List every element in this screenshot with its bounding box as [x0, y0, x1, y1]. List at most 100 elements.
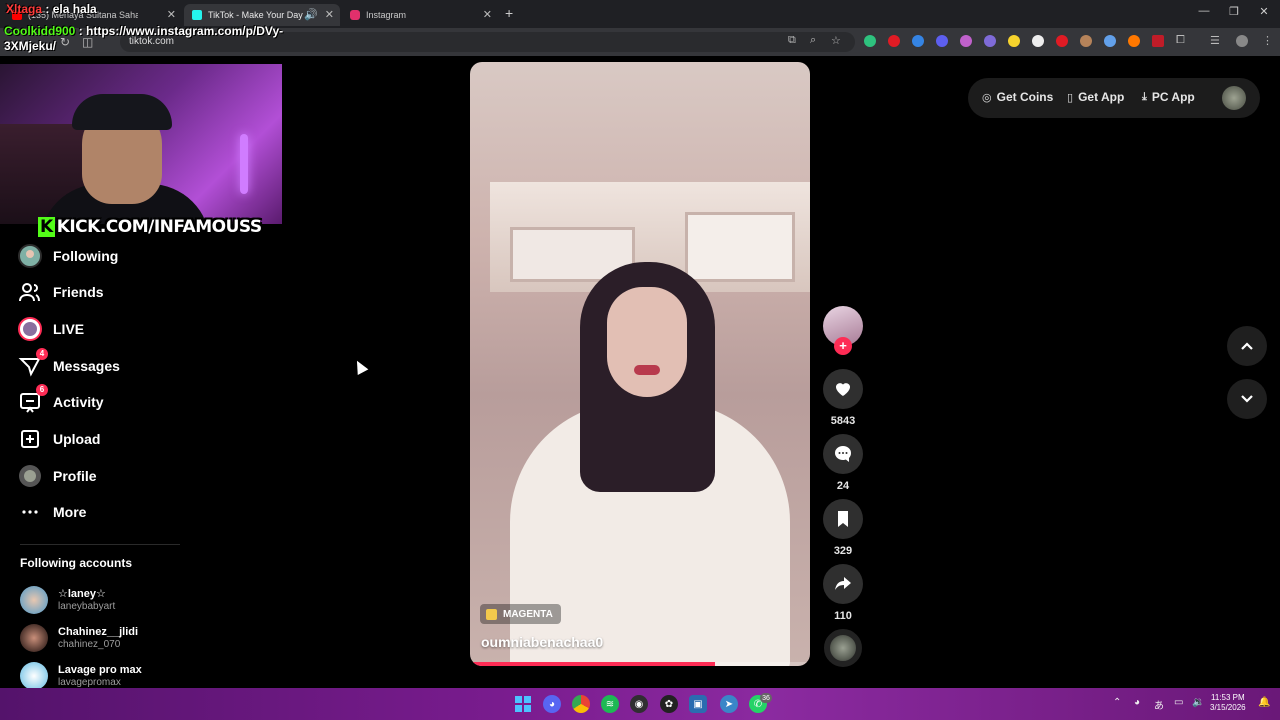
tab-search-icon[interactable]: ☰	[1210, 34, 1220, 47]
activity-icon: 6	[18, 384, 48, 414]
extension-icon[interactable]	[1128, 35, 1140, 47]
extension-icon[interactable]	[1152, 35, 1164, 47]
video-author[interactable]: oumniabenachaa0	[481, 634, 603, 650]
account-name: ☆laney☆	[58, 587, 106, 600]
close-tab-icon[interactable]: ✕	[167, 8, 176, 21]
maximize-icon[interactable]: ❐	[1224, 5, 1244, 18]
save-button[interactable]	[823, 499, 863, 539]
extension-icon[interactable]	[960, 35, 972, 47]
sidebar-item-profile[interactable]: Profile	[18, 461, 97, 491]
more-icon	[18, 500, 42, 524]
friends-icon	[18, 280, 42, 304]
following-account[interactable]: Chahinez__jlidi chahinez_070	[20, 621, 138, 655]
system-clock[interactable]: 11:53 PM 3/15/2026	[1210, 693, 1246, 713]
clock-date: 3/15/2026	[1210, 703, 1246, 712]
kick-banner-text: KICK.COM/INFAMOUSS	[56, 217, 262, 237]
comment-button[interactable]	[823, 434, 863, 474]
next-video-button[interactable]	[1227, 379, 1267, 419]
tab-title: Instagram	[366, 10, 407, 20]
new-tab-button[interactable]: +	[505, 5, 513, 21]
tab-instagram[interactable]: Instagram ✕	[342, 4, 498, 26]
following-accounts-title: Following accounts	[20, 556, 133, 570]
browser-menu-icon[interactable]: ⋮	[1262, 34, 1273, 47]
network-icon[interactable]: ▭	[1174, 697, 1183, 708]
sidebar-item-messages[interactable]: 4 Messages	[18, 348, 120, 381]
pc-app-label: PC App	[1151, 90, 1195, 104]
account-handle: lavagepromax	[58, 676, 121, 688]
spotify-icon[interactable]: ≋	[601, 695, 619, 713]
discord-icon[interactable]: ◕	[543, 695, 561, 713]
close-tab-icon[interactable]: ✕	[325, 8, 334, 21]
extension-icon[interactable]	[1104, 35, 1116, 47]
sidebar-item-following[interactable]: Following	[18, 241, 118, 271]
extension-icon[interactable]	[864, 35, 876, 47]
tiktok-favicon-icon	[192, 10, 202, 20]
extension-icon[interactable]	[1080, 35, 1092, 47]
kick-channel-banner: K KICK.COM/INFAMOUSS	[38, 217, 262, 237]
extensions-puzzle-icon[interactable]: ⧠	[1176, 34, 1185, 47]
download-icon: ⤓	[1142, 90, 1147, 103]
music-disc-icon[interactable]	[824, 629, 862, 667]
whatsapp-badge: 36	[760, 693, 772, 703]
extension-icon[interactable]	[912, 35, 924, 47]
tray-discord-icon[interactable]: ◕	[1134, 697, 1140, 708]
video-player[interactable]	[470, 62, 810, 666]
extension-icon[interactable]	[936, 35, 948, 47]
following-account[interactable]: ☆laney☆ laneybabyart	[20, 583, 115, 617]
bookmark-icon	[838, 511, 848, 527]
previous-video-button[interactable]	[1227, 326, 1267, 366]
pc-app-button[interactable]: ⤓ PC App	[1142, 90, 1195, 104]
extension-icon[interactable]	[984, 35, 996, 47]
obs-icon[interactable]: ◉	[630, 695, 648, 713]
save-count: 329	[833, 545, 853, 557]
sidebar-item-live[interactable]: LIVE	[18, 314, 84, 344]
zoom-icon[interactable]: ⌕	[810, 34, 816, 47]
avatar	[20, 624, 48, 652]
window-close-icon[interactable]: ✕	[1254, 5, 1274, 18]
sidebar-item-upload[interactable]: Upload	[18, 424, 100, 454]
account-name: Chahinez__jlidi	[58, 625, 139, 638]
follow-plus-icon[interactable]: +	[834, 337, 852, 355]
phone-icon: ▯	[1067, 91, 1074, 104]
like-button[interactable]	[823, 369, 863, 409]
video-effect-tag[interactable]: MAGENTA	[480, 604, 561, 624]
bookmark-star-icon[interactable]: ☆	[831, 34, 841, 47]
video-tag-label: MAGENTA	[503, 608, 553, 620]
upload-icon	[18, 427, 42, 451]
sidebar-item-more[interactable]: More	[18, 497, 86, 527]
extension-icon[interactable]	[1008, 35, 1020, 47]
get-app-button[interactable]: ▯ Get App	[1067, 90, 1124, 104]
chrome-icon[interactable]	[572, 695, 590, 713]
extension-icon[interactable]	[888, 35, 900, 47]
close-tab-icon[interactable]: ✕	[483, 8, 492, 21]
profile-avatar-icon[interactable]	[1236, 35, 1248, 47]
get-coins-button[interactable]: ◎ Get Coins	[982, 90, 1053, 104]
sidebar-item-activity[interactable]: 6 Activity	[18, 384, 104, 417]
speaker-icon[interactable]: 🔊	[304, 8, 318, 21]
sidebar-item-label: Friends	[53, 284, 104, 300]
sidebar-item-label: Following	[53, 248, 119, 264]
activity-badge: 6	[36, 384, 48, 396]
minimize-icon[interactable]: —	[1194, 5, 1214, 17]
streamer-webcam	[0, 64, 282, 224]
share-button[interactable]	[823, 564, 863, 604]
telegram-icon[interactable]: ➤	[720, 695, 738, 713]
windows-start-icon[interactable]	[514, 695, 532, 713]
tab-tiktok[interactable]: TikTok - Make Your Day 🔊 ✕	[184, 4, 340, 26]
openai-icon[interactable]: ✿	[660, 695, 678, 713]
stream-chat-message: Coolkidd900 : https://www.instagram.com/…	[4, 24, 314, 54]
account-name: Lavage pro max	[58, 663, 142, 676]
volume-icon[interactable]: 🔉	[1192, 697, 1204, 708]
notifications-icon[interactable]: 🔔	[1258, 697, 1270, 708]
extension-icon[interactable]	[1056, 35, 1068, 47]
extension-icon[interactable]	[1032, 35, 1044, 47]
tray-overflow-icon[interactable]: ⌃	[1113, 697, 1121, 708]
language-icon[interactable]: あ	[1154, 697, 1164, 712]
following-avatar-icon	[18, 244, 42, 268]
user-avatar[interactable]	[1222, 86, 1246, 110]
chat-username: Coolkidd900	[4, 24, 76, 38]
account-handle: laneybabyart	[58, 600, 116, 612]
sidebar-item-friends[interactable]: Friends	[18, 277, 104, 307]
install-app-icon[interactable]: ⧉	[788, 34, 796, 47]
screenshot-tool-icon[interactable]: ▣	[689, 695, 707, 713]
